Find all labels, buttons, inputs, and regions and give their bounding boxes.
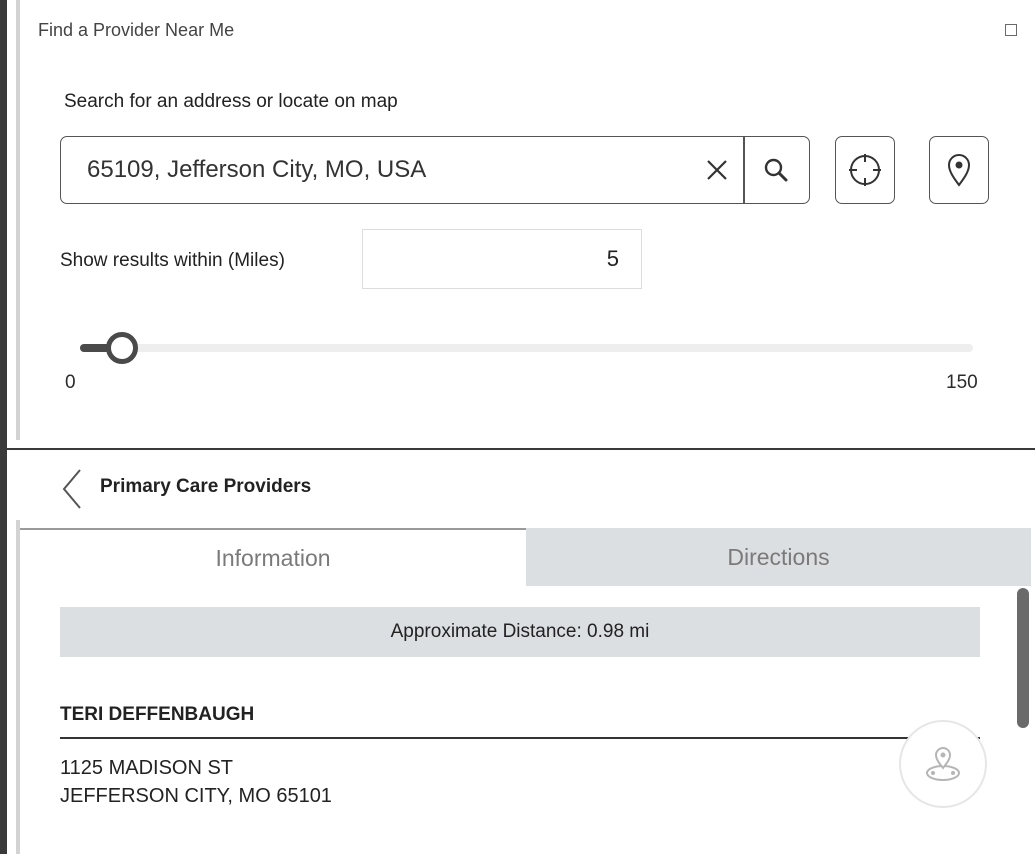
search-input[interactable] [87,155,687,185]
search-button[interactable] [751,147,801,193]
list-title: Primary Care Providers [100,476,312,497]
panel-left-edge [0,0,7,854]
search-label: Search for an address or locate on map [64,91,398,112]
provider-divider [60,737,980,739]
map-pin-icon [947,154,971,187]
panel-title: Find a Provider Near Me [38,20,235,40]
tab-information[interactable]: Information [20,528,526,586]
search-icon [764,158,788,182]
slider-min-label: 0 [65,372,76,393]
tab-directions[interactable]: Directions [526,528,1031,586]
search-divider [743,137,745,203]
section-divider [0,448,1035,450]
locate-button[interactable] [835,136,895,204]
maximize-icon[interactable] [1005,24,1017,36]
route-icon [926,747,960,781]
search-box [60,136,810,204]
crosshair-icon [849,154,881,186]
radius-input[interactable] [362,229,642,289]
provider-address-line2: JEFFERSON CITY, MO 65101 [60,785,332,807]
route-button[interactable] [899,720,987,808]
scrollbar-thumb[interactable] [1017,588,1029,728]
provider-name: TERI DEFFENBAUGH [60,704,255,725]
radius-slider-track[interactable] [80,344,973,352]
chevron-left-icon [62,469,81,509]
clear-search-button[interactable] [697,149,737,191]
slider-max-label: 150 [946,372,978,393]
close-icon [707,160,727,180]
provider-address-line1: 1125 MADISON ST [60,757,234,779]
radius-slider-thumb[interactable] [106,332,138,364]
back-button[interactable] [58,467,88,511]
distance-badge: Approximate Distance: 0.98 mi [60,607,980,657]
drop-pin-button[interactable] [929,136,989,204]
panel-left-rule [16,0,20,440]
radius-label: Show results within (Miles) [60,250,285,271]
